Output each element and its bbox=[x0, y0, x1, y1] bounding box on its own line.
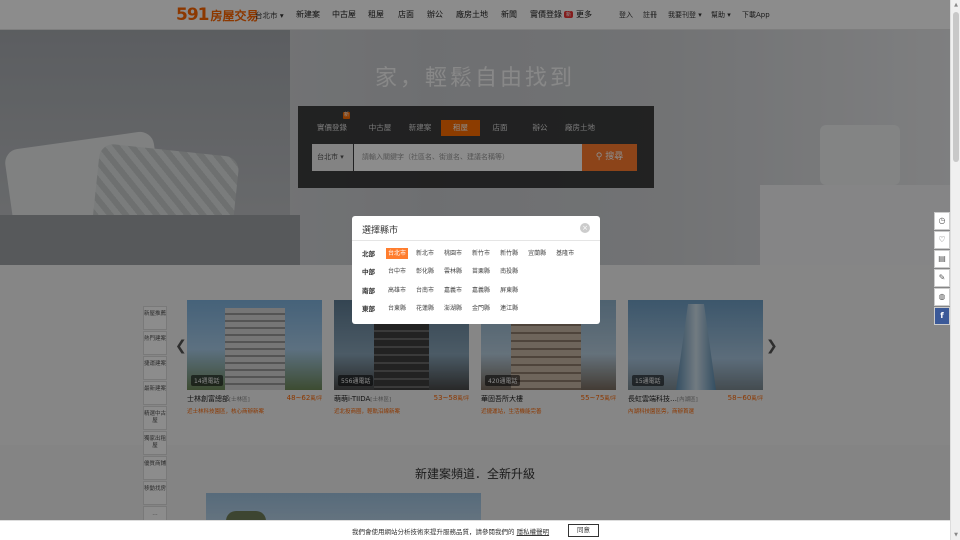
cookie-consent-bar: 我們會使用網站分析技術來提升服務品質，請參閱我們的 隱私權聲明 同意 bbox=[0, 520, 950, 540]
city-option[interactable]: 宜蘭縣 bbox=[526, 248, 548, 259]
support-icon[interactable]: ◍ bbox=[934, 288, 950, 306]
region-label: 中部 bbox=[362, 268, 375, 276]
close-icon[interactable]: × bbox=[580, 223, 590, 233]
city-option[interactable]: 新竹市 bbox=[470, 248, 492, 259]
city-option[interactable]: 花蓮縣 bbox=[414, 303, 436, 314]
modal-title: 選擇縣市 bbox=[362, 226, 399, 236]
city-option[interactable]: 桃園市 bbox=[442, 248, 464, 259]
city-option[interactable]: 台東縣 bbox=[386, 303, 408, 314]
region-label: 北部 bbox=[362, 250, 375, 258]
city-option-taipei[interactable]: 台北市 bbox=[386, 247, 409, 259]
city-option[interactable]: 新竹縣 bbox=[498, 248, 520, 259]
edit-icon[interactable]: ✎ bbox=[934, 269, 950, 287]
history-icon[interactable]: ◷ bbox=[934, 212, 950, 230]
city-option[interactable]: 台南市 bbox=[414, 285, 436, 296]
region-east: 東部 台東縣 花蓮縣 澎湖縣 金門縣 連江縣 bbox=[362, 302, 526, 314]
cookie-message: 我們會使用網站分析技術來提升服務品質，請參閱我們的 bbox=[352, 528, 515, 536]
region-south: 南部 高雄市 台南市 嘉義市 嘉義縣 屏東縣 bbox=[362, 284, 526, 296]
city-option[interactable]: 澎湖縣 bbox=[442, 303, 464, 314]
floating-toolbar: ◷ ♡ ▤ ✎ ◍ f bbox=[934, 212, 950, 326]
city-option[interactable]: 苗栗縣 bbox=[470, 266, 492, 277]
scrollbar-thumb[interactable] bbox=[953, 12, 959, 162]
page-scrollbar[interactable]: ▲ ▼ bbox=[950, 0, 960, 540]
city-option[interactable]: 彰化縣 bbox=[414, 266, 436, 277]
city-option[interactable]: 屏東縣 bbox=[498, 285, 520, 296]
privacy-policy-link[interactable]: 隱私權聲明 bbox=[517, 528, 550, 536]
city-option[interactable]: 基隆市 bbox=[554, 248, 576, 259]
cookie-accept-button[interactable]: 同意 bbox=[568, 524, 599, 537]
region-label: 東部 bbox=[362, 305, 375, 313]
region-north: 北部 台北市 新北市 桃園市 新竹市 新竹縣 宜蘭縣 基隆市 bbox=[362, 247, 582, 259]
facebook-icon[interactable]: f bbox=[934, 307, 950, 325]
city-option[interactable]: 南投縣 bbox=[498, 266, 520, 277]
modal-divider bbox=[352, 240, 600, 241]
city-option[interactable]: 嘉義市 bbox=[442, 285, 464, 296]
cookie-text: 我們會使用網站分析技術來提升服務品質，請參閱我們的 隱私權聲明 bbox=[352, 526, 549, 536]
city-option[interactable]: 新北市 bbox=[414, 248, 436, 259]
city-option[interactable]: 台中市 bbox=[386, 266, 408, 277]
city-option[interactable]: 嘉義縣 bbox=[470, 285, 492, 296]
city-option[interactable]: 連江縣 bbox=[498, 303, 520, 314]
city-option[interactable]: 高雄市 bbox=[386, 285, 408, 296]
favorite-icon[interactable]: ♡ bbox=[934, 231, 950, 249]
region-label: 南部 bbox=[362, 287, 375, 295]
city-option[interactable]: 金門縣 bbox=[470, 303, 492, 314]
scroll-down-arrow-icon[interactable]: ▼ bbox=[952, 531, 960, 539]
region-central: 中部 台中市 彰化縣 雲林縣 苗栗縣 南投縣 bbox=[362, 265, 526, 277]
scroll-up-arrow-icon[interactable]: ▲ bbox=[952, 1, 960, 9]
city-option[interactable]: 雲林縣 bbox=[442, 266, 464, 277]
compare-icon[interactable]: ▤ bbox=[934, 250, 950, 268]
city-select-modal: 選擇縣市 × 北部 台北市 新北市 桃園市 新竹市 新竹縣 宜蘭縣 基隆市 中部… bbox=[352, 216, 600, 324]
